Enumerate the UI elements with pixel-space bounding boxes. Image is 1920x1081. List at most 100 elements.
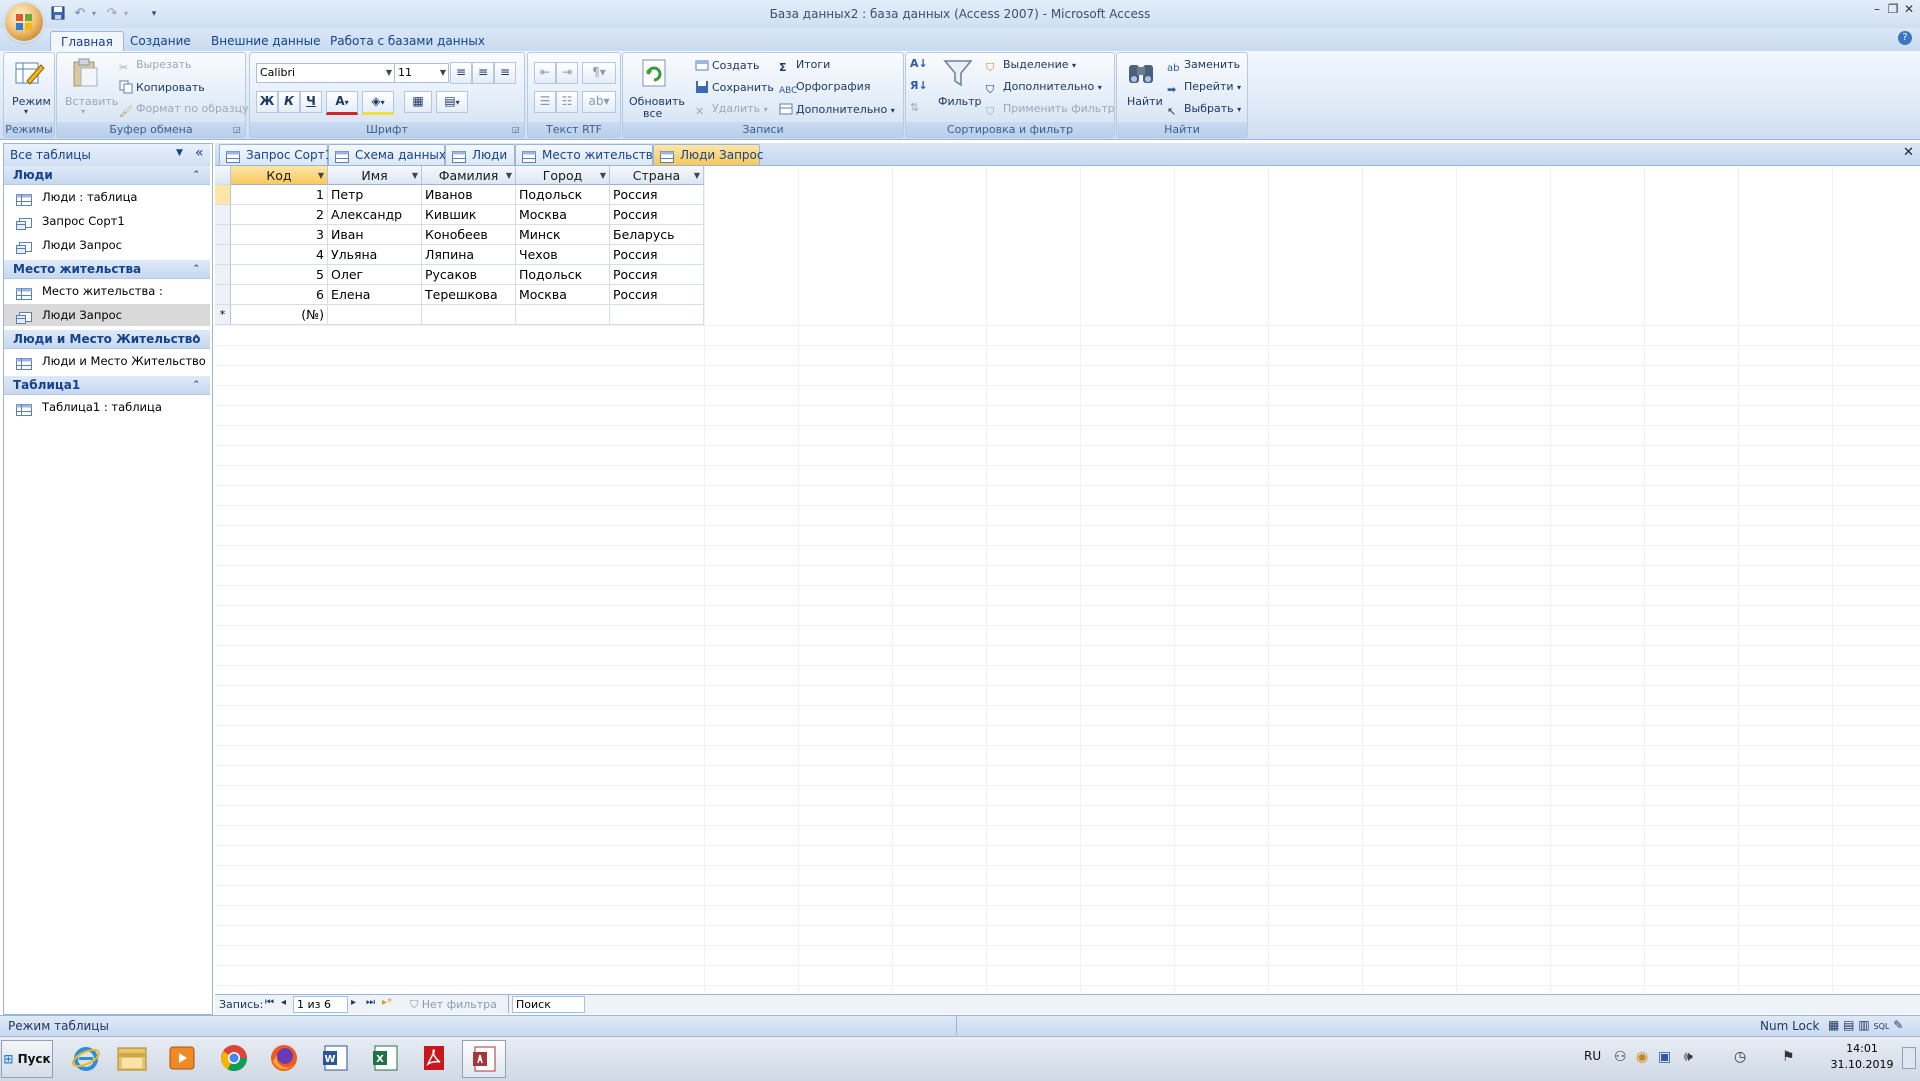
table-cell[interactable]: Елена [328,285,422,305]
nav-group-header[interactable]: Люди ⌃ [4,166,210,185]
view-button[interactable]: Режим ▾ [10,55,51,117]
filter-button[interactable]: Фильтр [936,55,982,117]
sort-descending-button[interactable]: Я↓ [910,79,928,92]
sql-view-icon[interactable]: SQL [1874,1022,1890,1031]
row-selector[interactable] [215,265,231,285]
nav-filter-dropdown-icon[interactable]: ▼ [176,148,183,158]
design-view-icon[interactable]: ✎ [1893,1018,1903,1032]
table-cell[interactable]: Кившик [422,205,516,225]
redo-dropdown-icon[interactable]: ▾ [118,6,134,22]
tab-external-data[interactable]: Внешние данные [201,31,330,52]
ie-icon[interactable] [64,1040,108,1076]
cut-button[interactable]: ✂ Вырезать [119,58,191,75]
column-header[interactable]: Код ▼ [231,166,328,185]
table-cell[interactable]: Петр [328,185,422,205]
close-document-icon[interactable]: ✕ [1903,145,1914,160]
align-left-button[interactable]: ≡ [450,62,472,84]
nav-group-header[interactable]: Люди и Место Жительство ⌃ [4,330,210,349]
excel-icon[interactable]: X [364,1040,408,1076]
column-filter-dropdown-icon[interactable]: ▼ [412,166,418,184]
collapse-group-icon[interactable]: ⌃ [192,376,200,394]
font-launcher-icon[interactable]: ◲ [512,125,521,134]
row-selector[interactable] [215,285,231,305]
row-selector[interactable] [215,225,231,245]
save-icon[interactable] [50,6,66,22]
undo-dropdown-icon[interactable]: ▾ [86,6,102,22]
start-button[interactable]: ⊞ Пуск [1,1040,53,1078]
network-icon[interactable]: ⚇ [1614,1049,1627,1065]
clear-sort-button[interactable]: ⇅ [910,101,919,114]
record-position-input[interactable]: 1 из 6 [293,996,348,1013]
column-filter-dropdown-icon[interactable]: ▼ [600,166,606,184]
goto-button[interactable]: ➡ Перейти ▾ [1167,80,1241,97]
table-cell[interactable]: Подольск [516,185,610,205]
font-name-combo[interactable]: Calibri ▼ [256,63,395,83]
row-selector[interactable] [215,245,231,265]
table-cell[interactable] [422,305,516,325]
monitor-icon[interactable]: ▣ [1658,1049,1671,1065]
decrease-indent-button[interactable]: ⇤ [534,62,556,84]
table-cell[interactable]: 1 [231,185,328,205]
new-row-selector[interactable]: * [215,305,231,325]
column-header[interactable]: Город ▼ [516,166,610,185]
table-cell[interactable]: Россия [610,205,704,225]
close-icon[interactable]: ✕ [1898,2,1920,20]
table-cell[interactable]: 6 [231,285,328,305]
next-record-icon[interactable]: ▸ [351,997,356,1008]
select-all-corner[interactable] [215,166,231,185]
table-cell[interactable]: Россия [610,265,704,285]
delete-record-button[interactable]: ✕ Удалить ▾ [695,102,768,119]
table-cell[interactable]: Иванов [422,185,516,205]
tab-database-tools[interactable]: Работа с базами данных [320,31,495,52]
new-row-id-placeholder[interactable]: (№) [231,305,328,325]
document-tab[interactable]: Люди [445,144,515,165]
tab-create[interactable]: Создание [120,31,201,52]
table-cell[interactable]: Россия [610,245,704,265]
table-cell[interactable]: 5 [231,265,328,285]
alt-row-color-button[interactable]: ▤▾ [436,91,468,113]
table-cell[interactable]: Александр [328,205,422,225]
table-cell[interactable]: Москва [516,205,610,225]
collapse-group-icon[interactable]: ⌃ [192,166,200,184]
collapse-group-icon[interactable]: ⌃ [192,260,200,278]
select-button[interactable]: ↖ Выбрать ▾ [1167,102,1241,119]
document-tab[interactable]: Люди Запрос [653,144,763,165]
nav-item[interactable]: Люди Запрос [4,304,210,326]
table-cell[interactable]: 3 [231,225,328,245]
selection-button[interactable]: ⛉ Выделение ▾ [986,58,1076,75]
table-cell[interactable]: Минск [516,225,610,245]
italic-button[interactable]: К [278,91,300,113]
table-cell[interactable]: Конобеев [422,225,516,245]
nav-item[interactable]: Люди и Место Жительство : ... [4,350,210,390]
volume-icon[interactable]: 🕪 [1684,1049,1693,1065]
language-indicator[interactable]: RU [1584,1049,1601,1063]
media-player-icon[interactable] [160,1040,204,1076]
nav-group-header[interactable]: Место жительства ⌃ [4,260,210,279]
explorer-icon[interactable] [110,1040,154,1076]
search-input[interactable]: Поиск [512,996,585,1013]
format-painter-button[interactable]: 🖌 Формат по образцу [119,102,249,119]
nav-item[interactable]: Запрос Сорт1 [4,210,210,232]
customize-qat-icon[interactable]: ▾ [146,6,162,22]
table-cell[interactable]: Чехов [516,245,610,265]
table-cell[interactable]: Иван [328,225,422,245]
table-cell[interactable]: Ульяна [328,245,422,265]
office-button[interactable] [5,3,43,41]
find-button[interactable]: Найти [1121,55,1163,117]
column-filter-dropdown-icon[interactable]: ▼ [318,166,324,184]
chrome-icon[interactable] [212,1040,256,1076]
row-selector[interactable] [215,205,231,225]
column-header[interactable]: Имя ▼ [328,166,422,185]
spelling-button[interactable]: ABCОрфография [779,80,870,100]
table-cell[interactable]: Терешкова [422,285,516,305]
totals-button[interactable]: Σ Итоги [779,58,830,75]
column-header[interactable]: Фамилия ▼ [422,166,516,185]
apply-filter-button[interactable]: ⛉ Применить фильтр [986,102,1115,119]
table-cell[interactable]: Олег [328,265,422,285]
new-record-nav-icon[interactable]: ▸* [382,997,392,1008]
filter-status-button[interactable]: ⛉ Нет фильтра [410,998,497,1012]
table-cell[interactable]: Подольск [516,265,610,285]
show-desktop-button[interactable] [1902,1047,1916,1069]
collapse-group-icon[interactable]: ⌃ [192,330,200,348]
table-cell[interactable] [610,305,704,325]
